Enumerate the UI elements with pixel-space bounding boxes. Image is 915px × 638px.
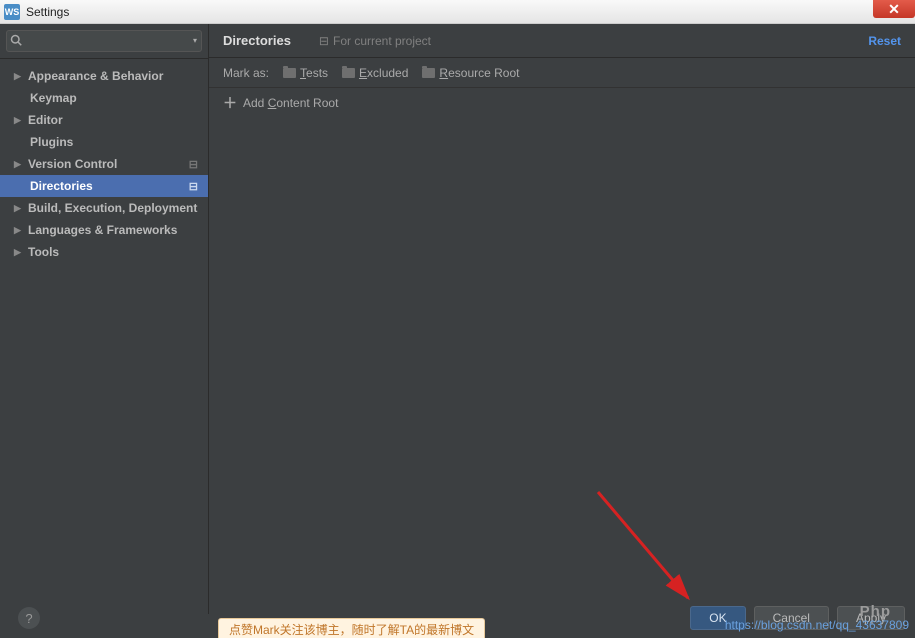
url-watermark: https://blog.csdn.net/qq_43637809 (725, 618, 909, 632)
mark-as-label: Mark as: (223, 66, 269, 80)
sidebar-item-editor[interactable]: ▶ Editor (0, 109, 208, 131)
arrow-icon: ▶ (14, 115, 24, 126)
reset-link[interactable]: Reset (868, 34, 901, 48)
search-icon (10, 34, 22, 49)
chevron-down-icon[interactable]: ▾ (193, 36, 197, 45)
sidebar-item-keymap[interactable]: Keymap (0, 87, 208, 109)
arrow-icon: ▶ (14, 203, 24, 214)
sidebar-item-version-control[interactable]: ▶ Version Control ⊟ (0, 153, 208, 175)
project-badge-icon: ⊟ (319, 34, 329, 48)
window-title: Settings (26, 5, 69, 19)
app-icon: WS (4, 4, 20, 20)
subtitle-text: For current project (333, 34, 431, 48)
sidebar-item-label: Keymap (30, 91, 77, 105)
sidebar-item-languages[interactable]: ▶ Languages & Frameworks (0, 219, 208, 241)
add-content-root[interactable]: ＋ Add Content Root (209, 88, 915, 118)
sidebar-item-label: Directories (30, 179, 93, 193)
project-badge-icon: ⊟ (189, 180, 198, 193)
mark-excluded[interactable]: Excluded (342, 66, 408, 80)
arrow-icon: ▶ (14, 225, 24, 236)
sidebar-item-plugins[interactable]: Plugins (0, 131, 208, 153)
help-button[interactable]: ? (18, 607, 40, 629)
sidebar-item-label: Appearance & Behavior (28, 69, 163, 83)
close-button[interactable]: ✕ (873, 0, 915, 18)
mark-tests[interactable]: Tests (283, 66, 328, 80)
sidebar-item-label: Version Control (28, 157, 117, 171)
sidebar-item-label: Languages & Frameworks (28, 223, 177, 237)
search-input[interactable] (6, 30, 202, 52)
titlebar: WS Settings ✕ (0, 0, 915, 24)
arrow-icon: ▶ (14, 71, 24, 82)
page-subtitle: ⊟ For current project (319, 34, 431, 48)
plus-icon: ＋ (223, 93, 237, 113)
content-header: Directories ⊟ For current project Reset (209, 24, 915, 58)
sidebar-item-label: Editor (28, 113, 63, 127)
sidebar-item-appearance[interactable]: ▶ Appearance & Behavior (0, 65, 208, 87)
arrow-icon: ▶ (14, 247, 24, 258)
project-badge-icon: ⊟ (189, 158, 198, 171)
folder-icon (422, 68, 435, 78)
main-area: ▾ ▶ Appearance & Behavior Keymap ▶ Editor … (0, 24, 915, 614)
folder-icon (283, 68, 296, 78)
bottom-banner: 点赞Mark关注该博主，随时了解TA的最新博文 (218, 618, 485, 638)
search-row: ▾ (0, 24, 208, 59)
settings-sidebar: ▾ ▶ Appearance & Behavior Keymap ▶ Editor … (0, 24, 209, 614)
page-title: Directories (223, 33, 291, 48)
content-panel: Directories ⊟ For current project Reset … (209, 24, 915, 614)
sidebar-item-directories[interactable]: Directories ⊟ (0, 175, 208, 197)
arrow-icon: ▶ (14, 159, 24, 170)
mark-as-row: Mark as: Tests Excluded Resource Root (209, 58, 915, 88)
sidebar-item-label: Plugins (30, 135, 73, 149)
mark-resource-root[interactable]: Resource Root (422, 66, 519, 80)
settings-tree: ▶ Appearance & Behavior Keymap ▶ Editor Pl… (0, 59, 208, 614)
sidebar-item-tools[interactable]: ▶ Tools (0, 241, 208, 263)
folder-icon (342, 68, 355, 78)
sidebar-item-label: Build, Execution, Deployment (28, 201, 197, 215)
sidebar-item-build[interactable]: ▶ Build, Execution, Deployment (0, 197, 208, 219)
sidebar-item-label: Tools (28, 245, 59, 259)
